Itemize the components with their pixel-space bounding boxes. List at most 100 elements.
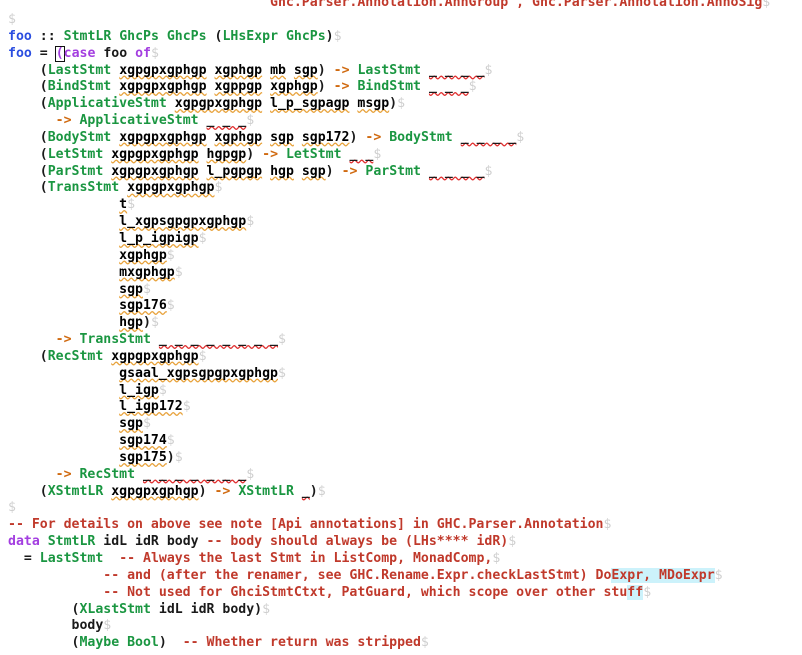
code-line[interactable]: foo :: StmtLR GhcPs GhcPs (LHsExpr GhcPs…: [0, 29, 802, 46]
code-text: (: [8, 180, 48, 196]
code-line[interactable]: (LetStmt xgpgpxgphgp hgpgp) -> LetStmt _…: [0, 147, 802, 164]
code-text: (: [8, 601, 80, 617]
code-line[interactable]: l_xgpsgpgpxgphgp$: [0, 214, 802, 231]
code-line[interactable]: sgp175)$: [0, 450, 802, 467]
comment-token: -- Not used for GhciStmtCtxt, PatGuard, …: [103, 584, 628, 600]
comment-token: -- body should always be (LHs**** idR): [206, 534, 509, 550]
eol-marker: $: [166, 433, 175, 449]
code-line[interactable]: l_p_igpigp$: [0, 231, 802, 248]
constructor-token: BodyStmt: [47, 129, 112, 145]
code-line[interactable]: (BindStmt xgpgpxgphgp xgppgp xgphgp) -> …: [0, 79, 802, 96]
eol-marker: $: [484, 62, 493, 78]
code-text: (: [8, 129, 48, 145]
code-line[interactable]: sgp176$: [0, 298, 802, 315]
eol-marker: $: [246, 466, 255, 482]
eol-marker: $: [420, 635, 429, 651]
spellcheck-token: hgpgp: [206, 146, 247, 162]
code-line[interactable]: l_igp$: [0, 383, 802, 400]
operator-token: =: [39, 45, 48, 61]
code-editor-viewport[interactable]: Ghc.Parser.Annotation.AnnGroup", Ghc.Par…: [0, 0, 802, 655]
arrow-token: ->: [365, 129, 382, 145]
code-line[interactable]: hgp)$: [0, 315, 802, 332]
code-line[interactable]: = LastStmt -- Always the last Stmt in Li…: [0, 551, 802, 568]
code-line[interactable]: data StmtLR idL idR body -- body should …: [0, 534, 802, 551]
spellcheck-token: sgp: [301, 163, 326, 179]
eol-marker: $: [8, 500, 16, 516]
code-line[interactable]: (ApplicativeStmt xgpgpxgphgp l_p_sgpagp …: [0, 96, 802, 113]
spellcheck-token: sgp: [270, 129, 294, 145]
code-line[interactable]: foo = (case foo of$: [0, 45, 802, 63]
error-token: _ _: [349, 146, 374, 162]
code-line[interactable]: Ghc.Parser.Annotation.AnnGroup", Ghc.Par…: [0, 0, 770, 12]
operator-token: ::: [39, 28, 56, 44]
code-line[interactable]: sgp$: [0, 416, 802, 433]
code-line[interactable]: xgphgp$: [0, 248, 802, 265]
code-line[interactable]: sgp$: [0, 282, 802, 299]
error-token: _ _ _ _ _ _ _ _: [158, 332, 278, 348]
code-line[interactable]: -- Not used for GhciStmtCtxt, PatGuard, …: [0, 584, 802, 602]
code-line[interactable]: -> RecStmt _ _ _ _ _ _ _$: [0, 467, 802, 484]
code-line[interactable]: (ParStmt xgpgpxgphgp l_pgpgp hgp sgp) ->…: [0, 164, 802, 181]
eol-marker: $: [246, 113, 255, 129]
arrow-token: ->: [333, 62, 350, 78]
code-line[interactable]: sgp174$: [0, 433, 802, 450]
spellcheck-token: l_xgpsgpgpxgphgp: [119, 214, 247, 230]
code-text: idL idR body): [150, 601, 263, 617]
code-line[interactable]: (LastStmt xgpgpxgphgp xgphgp mb sgp) -> …: [0, 63, 802, 80]
eol-marker: $: [158, 382, 167, 398]
code-line[interactable]: -> TransStmt _ _ _ _ _ _ _ _$: [0, 332, 802, 349]
code-line[interactable]: (XLastStmt idL idR body)$: [0, 602, 802, 619]
code-line[interactable]: -- For details on above see note [Api an…: [0, 517, 802, 534]
code-line[interactable]: $: [0, 500, 802, 517]
code-text: =: [8, 551, 40, 566]
code-line[interactable]: gsaal_xgpsgpgpxgphgp$: [0, 366, 802, 383]
code-line[interactable]: -- and (after the renamer, see GHC.Renam…: [0, 567, 802, 585]
spellcheck-token: xgphgp: [270, 79, 318, 95]
highlighted-comment-token: Expr, MDoExpr: [611, 567, 715, 583]
code-line[interactable]: body$: [0, 618, 802, 635]
eol-marker: $: [174, 449, 183, 465]
constructor-token: ApplicativeStmt: [47, 96, 167, 112]
eol-marker: $: [492, 551, 501, 566]
arrow-token: ->: [214, 483, 231, 499]
constructor-token: LetStmt: [285, 146, 342, 162]
code-line[interactable]: $: [0, 12, 802, 29]
eol-marker: $: [468, 79, 477, 95]
code-line[interactable]: (BodyStmt xgpgpxgphgp xgphgp sgp sgp172)…: [0, 130, 802, 147]
code-line[interactable]: (TransStmt xgpgpxgphgp$: [0, 180, 802, 197]
code-text: ): [389, 96, 398, 112]
code-line[interactable]: l_igp172$: [0, 399, 802, 416]
code-line[interactable]: (XStmtLR xgpgpxgphgp) -> XStmtLR _)$: [0, 484, 802, 501]
code-line[interactable]: (Maybe Bool) -- Whether return was strip…: [0, 635, 802, 652]
eol-marker: $: [373, 146, 382, 162]
code-line[interactable]: t$: [0, 197, 802, 214]
arrow-token: ->: [55, 466, 72, 482]
eol-marker: $: [516, 129, 525, 145]
eol-marker: $: [151, 45, 159, 61]
arrow-token: ->: [55, 113, 72, 129]
eol-marker: $: [8, 12, 16, 27]
text-cursor[interactable]: (: [54, 45, 65, 62]
constructor-token: RecStmt: [47, 348, 104, 364]
eol-marker: $: [397, 96, 406, 112]
code-line[interactable]: (RecStmt xgpgpxgphgp$: [0, 349, 802, 366]
code-line[interactable]: -> ApplicativeStmt _ _ _$: [0, 113, 802, 130]
comment-token: -- Always the last Stmt in ListComp, Mon…: [119, 551, 493, 566]
code-line[interactable]: mxgphgp$: [0, 265, 802, 282]
